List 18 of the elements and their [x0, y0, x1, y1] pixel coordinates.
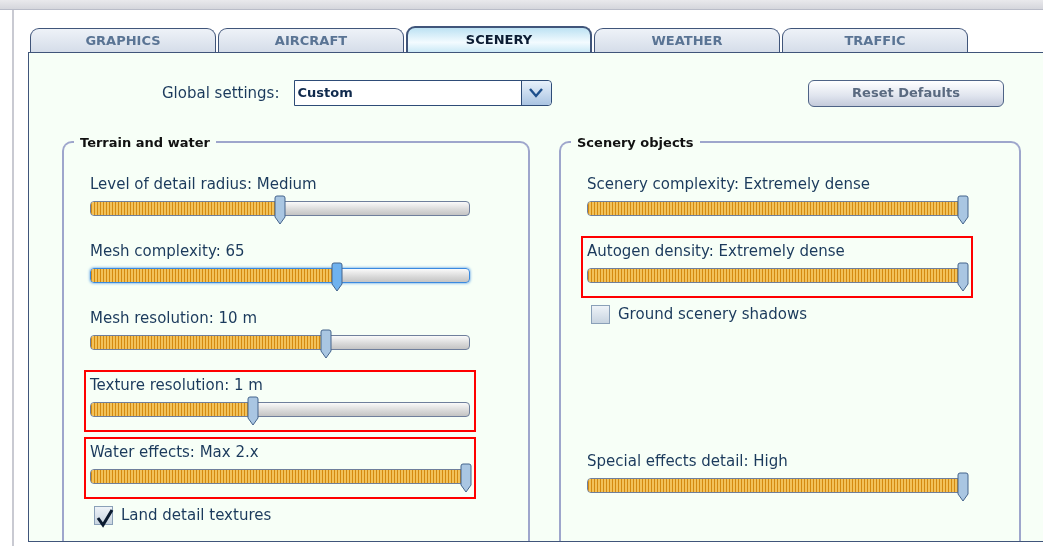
slider-label: Level of detail radius: Medium — [90, 174, 318, 193]
slider-label: Mesh resolution: 10 m — [90, 308, 258, 327]
slider-label: Special effects detail: High — [587, 451, 789, 470]
global-settings-dropdown[interactable]: Custom — [293, 80, 552, 106]
reset-defaults-button[interactable]: Reset Defaults — [808, 79, 1004, 107]
slider-label: Mesh complexity: 65 — [90, 241, 246, 260]
tab[interactable]: AIRCRAFT — [218, 28, 404, 52]
tab[interactable]: WEATHER — [594, 28, 780, 52]
slider-label: Texture resolution: 1 m — [90, 375, 264, 394]
checkbox-label: Ground scenery shadows — [618, 304, 808, 325]
slider-label: Scenery complexity: Extremely dense — [587, 174, 872, 193]
tab[interactable]: SCENERY — [406, 26, 592, 52]
slider-label: Water effects: Max 2.x — [90, 442, 260, 461]
tab[interactable]: TRAFFIC — [782, 28, 968, 52]
global-settings-label: Global settings: — [162, 82, 280, 104]
slider-label: Autogen density: Extremely dense — [587, 241, 846, 260]
tab[interactable]: GRAPHICS — [30, 28, 216, 52]
checkbox-label: Land detail textures — [121, 505, 272, 526]
